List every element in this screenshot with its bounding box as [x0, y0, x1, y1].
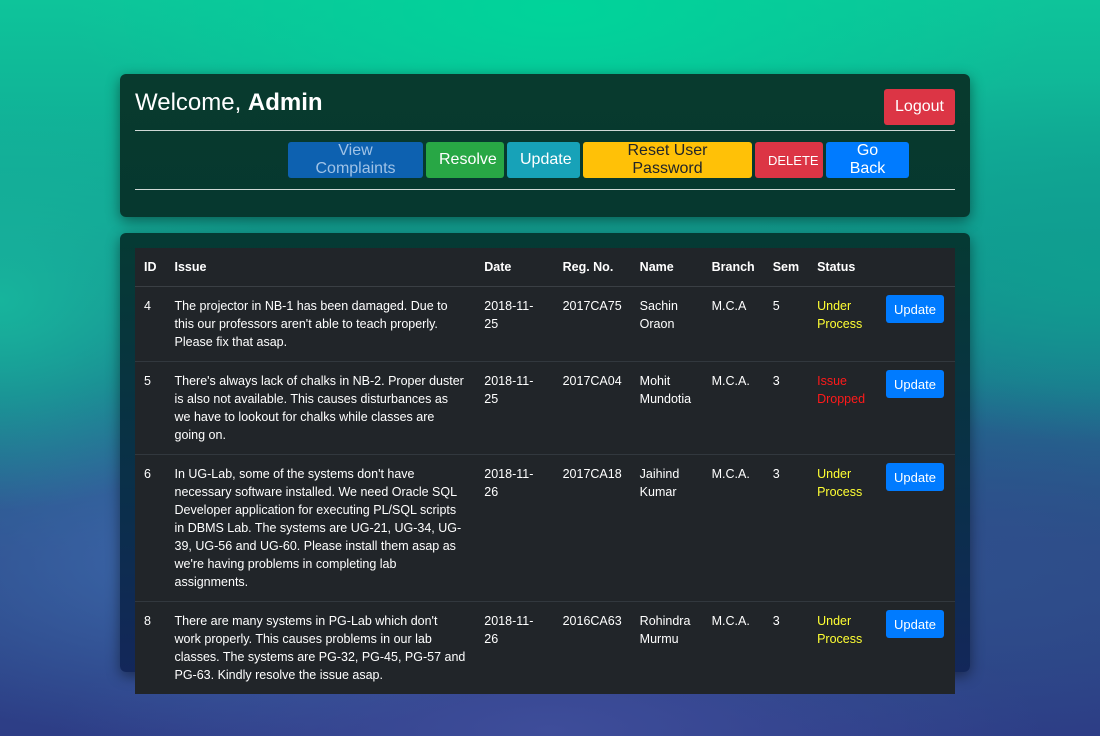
cell-id: 8: [135, 601, 166, 694]
table-row: 4 The projector in NB-1 has been damaged…: [135, 286, 955, 362]
cell-reg-no: 2016CA63: [553, 601, 631, 694]
cell-action: Update: [877, 286, 955, 362]
column-header-name: Name: [630, 248, 703, 287]
welcome-heading: Welcome, Admin: [135, 89, 323, 117]
cell-reg-no: 2017CA75: [553, 286, 631, 362]
cell-id: 6: [135, 454, 166, 602]
cell-branch: M.C.A: [702, 286, 764, 362]
cell-sem: 3: [763, 601, 809, 694]
cell-id: 5: [135, 361, 166, 455]
column-header-action: [877, 248, 955, 287]
cell-branch: M.C.A.: [702, 601, 764, 694]
complaints-table: ID Issue Date Reg. No. Name Branch Sem S…: [135, 248, 955, 694]
header-divider-top: [135, 130, 955, 131]
table-header-row: ID Issue Date Reg. No. Name Branch Sem S…: [135, 248, 955, 287]
cell-date: 2018-11-26: [475, 601, 554, 694]
cell-date: 2018-11-26: [475, 454, 554, 602]
row-update-button[interactable]: Update: [886, 610, 945, 638]
cell-action: Update: [877, 361, 955, 455]
cell-issue: The projector in NB-1 has been damaged. …: [165, 286, 476, 362]
cell-status: Issue Dropped: [808, 361, 878, 455]
column-header-issue: Issue: [165, 248, 476, 287]
column-header-date: Date: [475, 248, 554, 287]
cell-action: Update: [877, 454, 955, 602]
cell-status: Under Process: [808, 601, 878, 694]
cell-sem: 3: [763, 454, 809, 602]
delete-button[interactable]: DELETE: [755, 142, 823, 178]
cell-reg-no: 2017CA18: [553, 454, 631, 602]
welcome-prefix: Welcome,: [135, 89, 248, 116]
go-back-button[interactable]: Go Back: [826, 142, 909, 178]
cell-date: 2018-11-25: [475, 361, 554, 455]
cell-status: Under Process: [808, 454, 878, 602]
complaints-panel: ID Issue Date Reg. No. Name Branch Sem S…: [120, 233, 970, 694]
cell-status: Under Process: [808, 286, 878, 362]
logout-button[interactable]: Logout: [884, 89, 955, 125]
row-update-button[interactable]: Update: [886, 295, 945, 323]
cell-id: 4: [135, 286, 166, 362]
cell-issue: In UG-Lab, some of the systems don't hav…: [165, 454, 476, 602]
cell-branch: M.C.A.: [702, 454, 764, 602]
cell-issue: There are many systems in PG-Lab which d…: [165, 601, 476, 694]
column-header-branch: Branch: [702, 248, 764, 287]
cell-sem: 5: [763, 286, 809, 362]
view-complaints-button[interactable]: View Complaints: [288, 142, 423, 178]
update-nav-button[interactable]: Update: [507, 142, 580, 178]
row-update-button[interactable]: Update: [886, 463, 945, 491]
cell-name: Sachin Oraon: [630, 286, 703, 362]
admin-nav: View Complaints Resolve Update Reset Use…: [288, 142, 909, 178]
cell-name: Rohindra Murmu: [630, 601, 703, 694]
cell-name: Jaihind Kumar: [630, 454, 703, 602]
reset-password-button[interactable]: Reset User Password: [583, 142, 752, 178]
welcome-user: Admin: [247, 89, 323, 116]
cell-date: 2018-11-25: [475, 286, 554, 362]
cell-action: Update: [877, 601, 955, 694]
column-header-reg-no: Reg. No.: [553, 248, 631, 287]
table-row: 8 There are many systems in PG-Lab which…: [135, 601, 955, 694]
cell-branch: M.C.A.: [702, 361, 764, 455]
cell-reg-no: 2017CA04: [553, 361, 631, 455]
table-row: 6 In UG-Lab, some of the systems don't h…: [135, 454, 955, 602]
cell-name: Mohit Mundotia: [630, 361, 703, 455]
resolve-button[interactable]: Resolve: [426, 142, 504, 178]
column-header-status: Status: [808, 248, 878, 287]
header-divider-bottom: [135, 189, 955, 190]
row-update-button[interactable]: Update: [886, 370, 945, 398]
admin-header-panel: Welcome, Admin Logout View Complaints Re…: [120, 74, 970, 217]
column-header-id: ID: [135, 248, 166, 287]
column-header-sem: Sem: [763, 248, 809, 287]
table-row: 5 There's always lack of chalks in NB-2.…: [135, 361, 955, 455]
cell-sem: 3: [763, 361, 809, 455]
cell-issue: There's always lack of chalks in NB-2. P…: [165, 361, 476, 455]
